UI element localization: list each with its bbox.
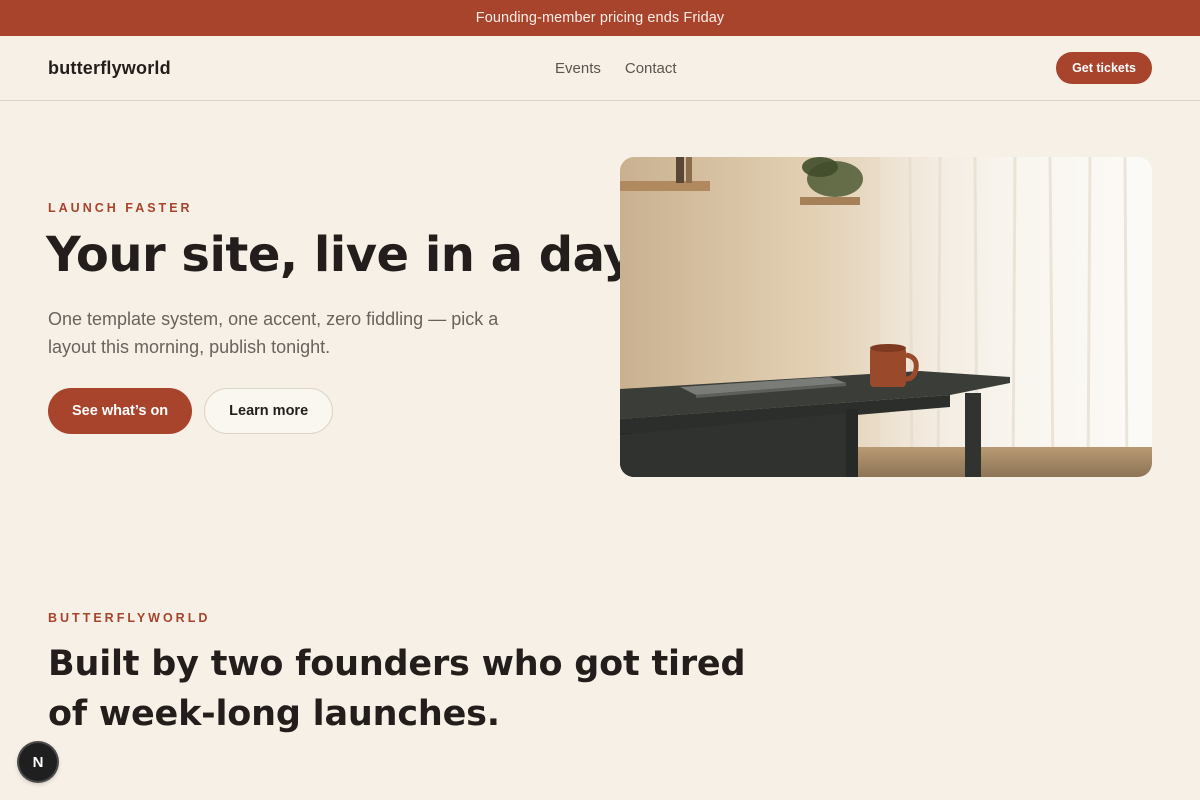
hero-image [620,157,1152,477]
hero-eyebrow: LAUNCH FASTER [48,201,193,215]
site-logo[interactable]: butterflyworld [48,58,171,79]
announcement-text: Founding-member pricing ends Friday [475,10,725,26]
hero-title: Your site, live in a day [46,227,634,283]
nav-link-events[interactable]: Events [555,60,601,77]
nav-link-contact[interactable]: Contact [625,60,677,77]
hero-section: LAUNCH FASTER Your site, live in a day O… [0,101,1200,541]
about-eyebrow: BUTTERFLYWORLD [48,611,211,625]
announcement-bar: Founding-member pricing ends Friday [0,0,1200,36]
hero-subtitle: One template system, one accent, zero fi… [48,309,499,357]
top-nav: butterflyworld Events Contact Get ticket… [0,36,1200,101]
n-badge-button[interactable]: N [19,743,57,781]
about-title: Built by two founders who got tired of w… [48,644,746,734]
learn-more-button[interactable]: Learn more [204,388,334,434]
nav-links: Events Contact [555,36,677,100]
hero-photo-illustration [620,157,1152,477]
get-tickets-button[interactable]: Get tickets [1056,52,1152,84]
see-whats-on-button[interactable]: See what’s on [48,388,193,434]
hero-cta-row: See what’s on Learn more [48,388,334,434]
